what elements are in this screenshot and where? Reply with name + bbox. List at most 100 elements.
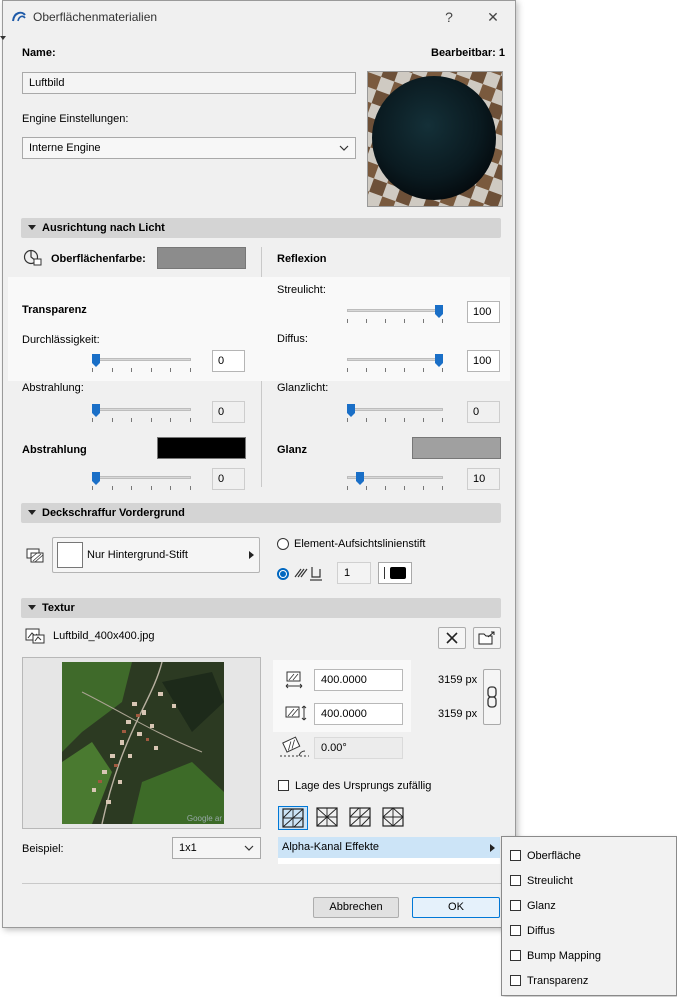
pattern-mirror-x-button[interactable] — [313, 806, 343, 830]
diffuse-slider[interactable] — [347, 354, 443, 376]
diffuse-light-slider[interactable] — [347, 305, 443, 327]
pen-color-swatch — [390, 567, 406, 579]
permeability-slider[interactable] — [92, 354, 191, 376]
pattern-normal-button[interactable] — [278, 806, 308, 830]
highlight-input[interactable]: 0 — [467, 401, 500, 423]
alpha-option-label: Oberfläche — [527, 850, 581, 862]
slider-track — [347, 358, 443, 361]
section-light-header[interactable]: Ausrichtung nach Licht — [21, 218, 501, 238]
slider-thumb[interactable] — [92, 472, 100, 485]
open-texture-button[interactable] — [473, 627, 501, 649]
gloss-input[interactable]: 10 — [467, 468, 500, 490]
fill-pen-button[interactable]: Nur Hintergrund-Stift — [52, 537, 260, 573]
slider-thumb[interactable] — [347, 404, 355, 417]
collapse-triangle-icon — [28, 225, 36, 230]
window-title: Oberflächenmaterialien — [33, 10, 158, 24]
example-select[interactable]: 1x1 — [172, 837, 261, 859]
alpha-channel-menu-button[interactable]: Alpha-Kanal Effekte — [278, 837, 500, 858]
texture-height-px: 3159 px — [438, 708, 478, 720]
pattern-mirror-y-button[interactable] — [346, 806, 376, 830]
cancel-button[interactable]: Abbrechen — [313, 897, 399, 918]
slider-ticks — [92, 486, 191, 490]
name-input[interactable]: Luftbild — [22, 72, 356, 94]
pattern-normal-icon — [282, 808, 304, 828]
slider-thumb[interactable] — [356, 472, 364, 485]
gloss-slider[interactable] — [347, 472, 443, 494]
alpha-option-surface[interactable]: Oberfläche — [510, 846, 581, 866]
section-texture-header[interactable]: Textur — [21, 598, 501, 618]
texture-width-input[interactable]: 400.0000 — [314, 669, 403, 691]
slider-thumb[interactable] — [92, 404, 100, 417]
texture-angle-input[interactable]: 0.00° — [314, 737, 403, 759]
slider-thumb[interactable] — [92, 354, 100, 367]
dialog-window: Oberflächenmaterialien ? ✕ Name: Bearbei… — [2, 0, 516, 928]
emission-color-input[interactable]: 0 — [212, 468, 245, 490]
collapse-triangle-icon — [28, 510, 36, 515]
menu-strip — [278, 858, 500, 864]
emission-label: Abstrahlung: — [22, 382, 84, 394]
alpha-option-diffuse[interactable]: Diffus — [510, 921, 555, 941]
highlight-label: Glanzlicht: — [277, 382, 329, 394]
texture-file-name: Luftbild_400x400.jpg — [53, 630, 155, 642]
section-texture-title: Textur — [42, 602, 75, 614]
close-icon — [446, 632, 458, 644]
pen-color-button[interactable] — [378, 562, 412, 584]
slider-ticks — [347, 368, 443, 372]
collapse-triangle-icon — [28, 605, 36, 610]
slider-ticks — [92, 418, 191, 422]
element-pen-label: Element-Aufsichtslinienstift — [294, 538, 426, 550]
name-label: Name: — [22, 47, 56, 59]
alpha-option-label: Streulicht — [527, 875, 573, 887]
title-bar: Oberflächenmaterialien ? ✕ — [3, 1, 515, 33]
chevron-down-icon — [244, 838, 254, 858]
highlight-slider[interactable] — [347, 404, 443, 426]
alpha-option-diffuse-light[interactable]: Streulicht — [510, 871, 573, 891]
emission-color-swatch[interactable] — [157, 437, 246, 459]
surface-color-swatch[interactable] — [157, 247, 246, 269]
slider-ticks — [92, 368, 191, 372]
app-logo-icon — [11, 9, 27, 23]
emission-color-slider[interactable] — [92, 472, 191, 494]
engine-label: Engine Einstellungen: — [22, 113, 129, 125]
alpha-option-bump-mapping[interactable]: Bump Mapping — [510, 946, 601, 966]
section-hatch-header[interactable]: Deckschraffur Vordergrund — [21, 503, 501, 523]
pattern-mirror-x-icon — [316, 807, 338, 827]
emission-input[interactable]: 0 — [212, 401, 245, 423]
ok-button[interactable]: OK — [412, 897, 500, 918]
permeability-input[interactable]: 0 — [212, 350, 245, 372]
help-button[interactable]: ? — [439, 7, 459, 27]
alpha-option-transparency[interactable]: Transparenz — [510, 971, 588, 991]
emission-slider[interactable] — [92, 404, 191, 426]
texture-width-px: 3159 px — [438, 674, 478, 686]
diffuse-input[interactable]: 100 — [467, 350, 500, 372]
close-button[interactable]: ✕ — [483, 7, 503, 27]
fill-icon — [24, 547, 46, 565]
random-origin-checkbox[interactable]: Lage des Ursprungs zufällig — [278, 780, 431, 792]
engine-select[interactable]: Interne Engine — [22, 137, 356, 159]
slider-ticks — [347, 486, 443, 490]
fill-pen-label: Nur Hintergrund-Stift — [87, 549, 188, 561]
example-label: Beispiel: — [22, 843, 64, 855]
remove-texture-button[interactable] — [438, 627, 466, 649]
diffuse-light-label: Streulicht: — [277, 284, 326, 296]
texture-height-input[interactable]: 400.0000 — [314, 703, 403, 725]
pen-color-swatch — [57, 542, 83, 568]
pattern-mirror-xy-button[interactable] — [379, 806, 409, 830]
link-proportions-button[interactable] — [483, 669, 501, 725]
pen-number-input[interactable]: 1 — [337, 562, 371, 584]
gloss-color-swatch[interactable] — [412, 437, 501, 459]
slider-thumb[interactable] — [435, 305, 443, 318]
slider-thumb[interactable] — [435, 354, 443, 367]
checkbox-box — [510, 875, 521, 886]
section-light-title: Ausrichtung nach Licht — [42, 222, 165, 234]
divider — [384, 567, 385, 579]
diffuse-light-input[interactable]: 100 — [467, 301, 500, 323]
alpha-option-label: Transparenz — [527, 975, 589, 987]
alpha-channel-popup: Oberfläche Streulicht Glanz Diffus Bump … — [501, 836, 677, 996]
slider-track — [347, 309, 443, 312]
element-pen-radio[interactable] — [277, 538, 289, 550]
alpha-option-gloss[interactable]: Glanz — [510, 896, 556, 916]
chevron-right-icon — [490, 844, 495, 852]
custom-pen-radio[interactable] — [277, 568, 289, 580]
pen-hatch-icon — [294, 565, 324, 581]
